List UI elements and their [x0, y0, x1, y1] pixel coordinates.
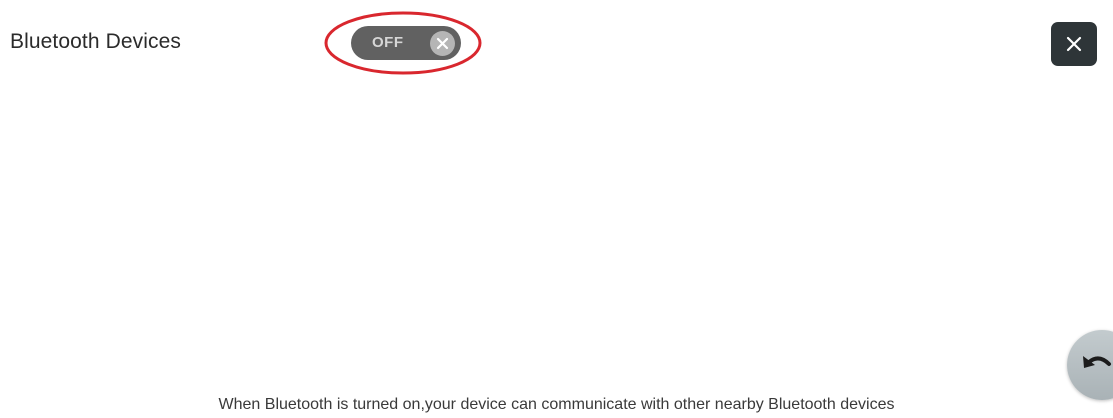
toggle-knob [430, 31, 455, 56]
back-button[interactable] [1067, 330, 1113, 400]
close-button[interactable] [1051, 22, 1097, 66]
toggle-state-label: OFF [372, 34, 404, 51]
undo-icon [1083, 356, 1111, 368]
bluetooth-info-text: When Bluetooth is turned on,your device … [218, 396, 895, 413]
bluetooth-devices-screen: Bluetooth Devices OFF When Bluetooth is … [0, 0, 1113, 418]
x-icon [436, 37, 449, 50]
page-title: Bluetooth Devices [10, 30, 181, 53]
bluetooth-toggle[interactable]: OFF [351, 26, 461, 60]
close-icon [1066, 36, 1082, 52]
